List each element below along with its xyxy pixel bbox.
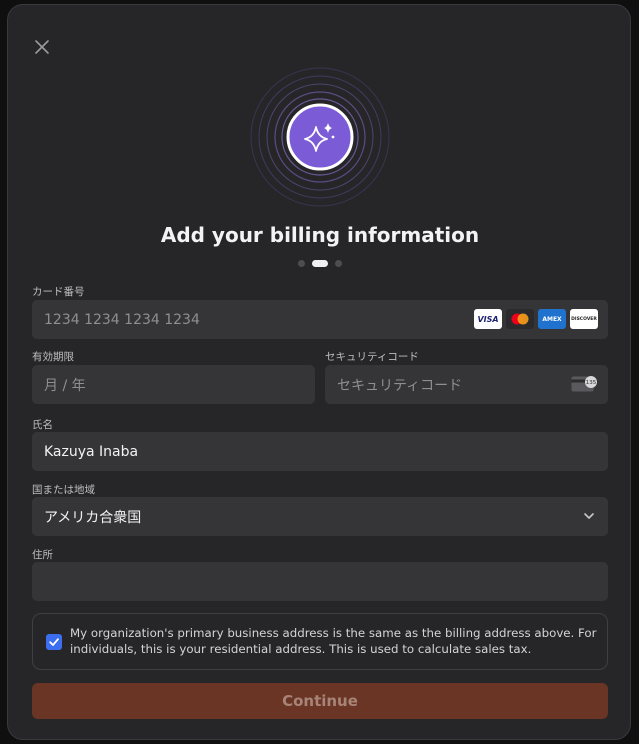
visa-icon: VISA bbox=[474, 309, 502, 329]
card-number-placeholder: 1234 1234 1234 1234 bbox=[44, 311, 200, 328]
discover-icon: DISCOVER bbox=[570, 309, 598, 329]
card-brands: VISA AMEX DISCOVER bbox=[474, 309, 598, 329]
continue-button[interactable]: Continue bbox=[32, 683, 608, 719]
cvc-badge-text: 135 bbox=[586, 380, 597, 386]
step-indicator bbox=[8, 260, 632, 267]
cvc-card-icon: 135 bbox=[571, 376, 597, 392]
step-dot-active bbox=[312, 260, 328, 267]
name-input[interactable]: Kazuya Inaba bbox=[32, 432, 608, 471]
country-value: アメリカ合衆国 bbox=[44, 509, 142, 526]
billing-modal: Add your billing information カード番号 1234 … bbox=[7, 4, 631, 740]
step-dot bbox=[335, 260, 342, 267]
expiry-placeholder: 月 / 年 bbox=[44, 377, 86, 394]
name-value: Kazuya Inaba bbox=[44, 443, 139, 460]
name-label: 氏名 bbox=[32, 419, 53, 431]
hero-illustration bbox=[250, 67, 390, 207]
address-label: 住所 bbox=[32, 549, 53, 561]
expiry-label: 有効期限 bbox=[32, 351, 74, 363]
expiry-input[interactable]: 月 / 年 bbox=[32, 365, 315, 404]
chevron-down-icon bbox=[584, 513, 594, 519]
amex-icon: AMEX bbox=[538, 309, 566, 329]
close-button[interactable] bbox=[32, 37, 52, 57]
close-icon bbox=[35, 40, 49, 54]
step-dot bbox=[298, 260, 305, 267]
address-input[interactable] bbox=[32, 562, 608, 601]
country-select[interactable]: アメリカ合衆国 bbox=[32, 497, 608, 536]
security-code-placeholder: セキュリティコード bbox=[337, 377, 463, 394]
security-code-input[interactable]: セキュリティコード 135 bbox=[325, 365, 608, 404]
same-address-text: My organization's primary business addre… bbox=[70, 626, 597, 656]
checkmark-icon bbox=[49, 638, 59, 646]
same-address-notice: My organization's primary business addre… bbox=[32, 613, 608, 670]
card-number-input[interactable]: 1234 1234 1234 1234 VISA AMEX DISCOVER bbox=[32, 300, 608, 339]
same-address-checkbox[interactable] bbox=[46, 634, 62, 650]
modal-title: Add your billing information bbox=[160, 223, 480, 247]
card-number-label: カード番号 bbox=[32, 286, 85, 298]
country-label: 国または地域 bbox=[32, 484, 95, 496]
security-code-label: セキュリティコード bbox=[325, 351, 419, 363]
mastercard-icon bbox=[506, 309, 534, 329]
